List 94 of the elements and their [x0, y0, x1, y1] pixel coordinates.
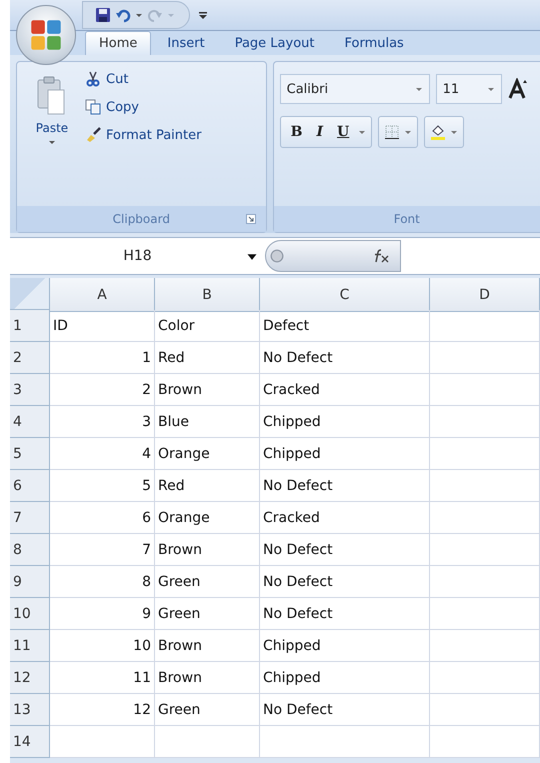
customize-toolbar-icon[interactable] — [198, 10, 208, 20]
table-cell: 11 — [50, 662, 155, 694]
table-cell: Chipped — [260, 438, 430, 470]
caret-icon[interactable] — [135, 11, 143, 19]
row-header: 11 — [10, 630, 50, 662]
table-cell: Orange — [155, 502, 260, 534]
row-header: 3 — [10, 374, 50, 406]
table-cell: 1 — [50, 342, 155, 374]
undo-icon[interactable] — [115, 7, 131, 23]
caret-icon[interactable] — [358, 128, 366, 136]
table-cell: Green — [155, 694, 260, 726]
table-cell: ID — [50, 310, 155, 342]
row-header: 9 — [10, 566, 50, 598]
copy-button[interactable]: Copy — [83, 96, 204, 118]
dialog-launcher-icon[interactable] — [246, 214, 256, 224]
scissors-icon — [85, 71, 101, 87]
column-header: B — [155, 278, 260, 312]
save-icon[interactable] — [95, 7, 111, 23]
table-cell: Red — [155, 342, 260, 374]
column-header: D — [430, 278, 540, 312]
caret-icon — [404, 128, 412, 136]
table-cell: 6 — [50, 502, 155, 534]
function-icon[interactable] — [372, 249, 390, 263]
table-cell: Brown — [155, 374, 260, 406]
caret-icon — [414, 85, 423, 93]
caret-icon — [48, 138, 56, 146]
circle-icon — [270, 249, 284, 263]
table-cell: Chipped — [260, 630, 430, 662]
row-header: 4 — [10, 406, 50, 438]
table-cell: 5 — [50, 470, 155, 502]
row-header: 1 — [10, 310, 50, 342]
table-cell: No Defect — [260, 470, 430, 502]
table-cell: Brown — [155, 534, 260, 566]
table-cell: Blue — [155, 406, 260, 438]
table-cell: No Defect — [260, 598, 430, 630]
row-header: 2 — [10, 342, 50, 374]
table-cell: Orange — [155, 438, 260, 470]
format-painter-button[interactable]: Format Painter — [83, 124, 204, 146]
table-cell: No Defect — [260, 694, 430, 726]
table-cell: Green — [155, 566, 260, 598]
ribbon-tab[interactable]: Formulas — [330, 31, 418, 55]
row-header: 12 — [10, 662, 50, 694]
table-cell: Brown — [155, 662, 260, 694]
underline-button[interactable]: U — [332, 122, 354, 142]
table-cell: Brown — [155, 630, 260, 662]
table-cell: 10 — [50, 630, 155, 662]
borders-icon — [384, 124, 400, 140]
fill-color-button[interactable] — [424, 116, 464, 148]
caret-icon — [486, 85, 495, 93]
grow-font-icon[interactable] — [508, 78, 528, 100]
ribbon-tab[interactable]: Insert — [153, 31, 219, 55]
table-cell: No Defect — [260, 566, 430, 598]
ribbon-tab[interactable]: Page Layout — [220, 31, 328, 55]
paste-button[interactable]: Paste — [21, 70, 83, 150]
copy-icon — [85, 99, 101, 115]
cut-button[interactable]: Cut — [83, 68, 204, 90]
font-size-field[interactable]: 11 — [436, 74, 502, 104]
ribbon-tab[interactable]: Home — [85, 31, 152, 55]
table-cell: Cracked — [260, 374, 430, 406]
table-cell: 12 — [50, 694, 155, 726]
row-header: 7 — [10, 502, 50, 534]
table-cell: 2 — [50, 374, 155, 406]
table-cell: 8 — [50, 566, 155, 598]
table-cell: Cracked — [260, 502, 430, 534]
row-header: 8 — [10, 534, 50, 566]
table-cell: No Defect — [260, 534, 430, 566]
table-cell: No Defect — [260, 342, 430, 374]
group-label: Clipboard — [112, 212, 170, 226]
group-label: Font — [394, 212, 420, 226]
table-cell: Green — [155, 598, 260, 630]
brush-icon — [85, 127, 101, 143]
table-cell: Chipped — [260, 662, 430, 694]
table-cell: 3 — [50, 406, 155, 438]
row-header: 5 — [10, 438, 50, 470]
table-cell: 4 — [50, 438, 155, 470]
table-cell: Red — [155, 470, 260, 502]
caret-icon — [247, 252, 257, 261]
row-header: 14 — [10, 726, 50, 758]
column-header: C — [260, 278, 430, 312]
column-header: A — [50, 278, 155, 312]
paint-bucket-icon — [430, 124, 446, 140]
row-header: 13 — [10, 694, 50, 726]
italic-button[interactable]: I — [311, 122, 328, 142]
table-cell: Chipped — [260, 406, 430, 438]
row-header: 10 — [10, 598, 50, 630]
table-cell: 9 — [50, 598, 155, 630]
office-logo-icon — [29, 18, 63, 52]
font-name-field[interactable]: Calibri — [280, 74, 430, 104]
table-cell: Defect — [260, 310, 430, 342]
table-cell: 7 — [50, 534, 155, 566]
row-header: 6 — [10, 470, 50, 502]
bold-button[interactable]: B — [286, 122, 308, 142]
caret-icon — [450, 128, 458, 136]
table-cell: Color — [155, 310, 260, 342]
